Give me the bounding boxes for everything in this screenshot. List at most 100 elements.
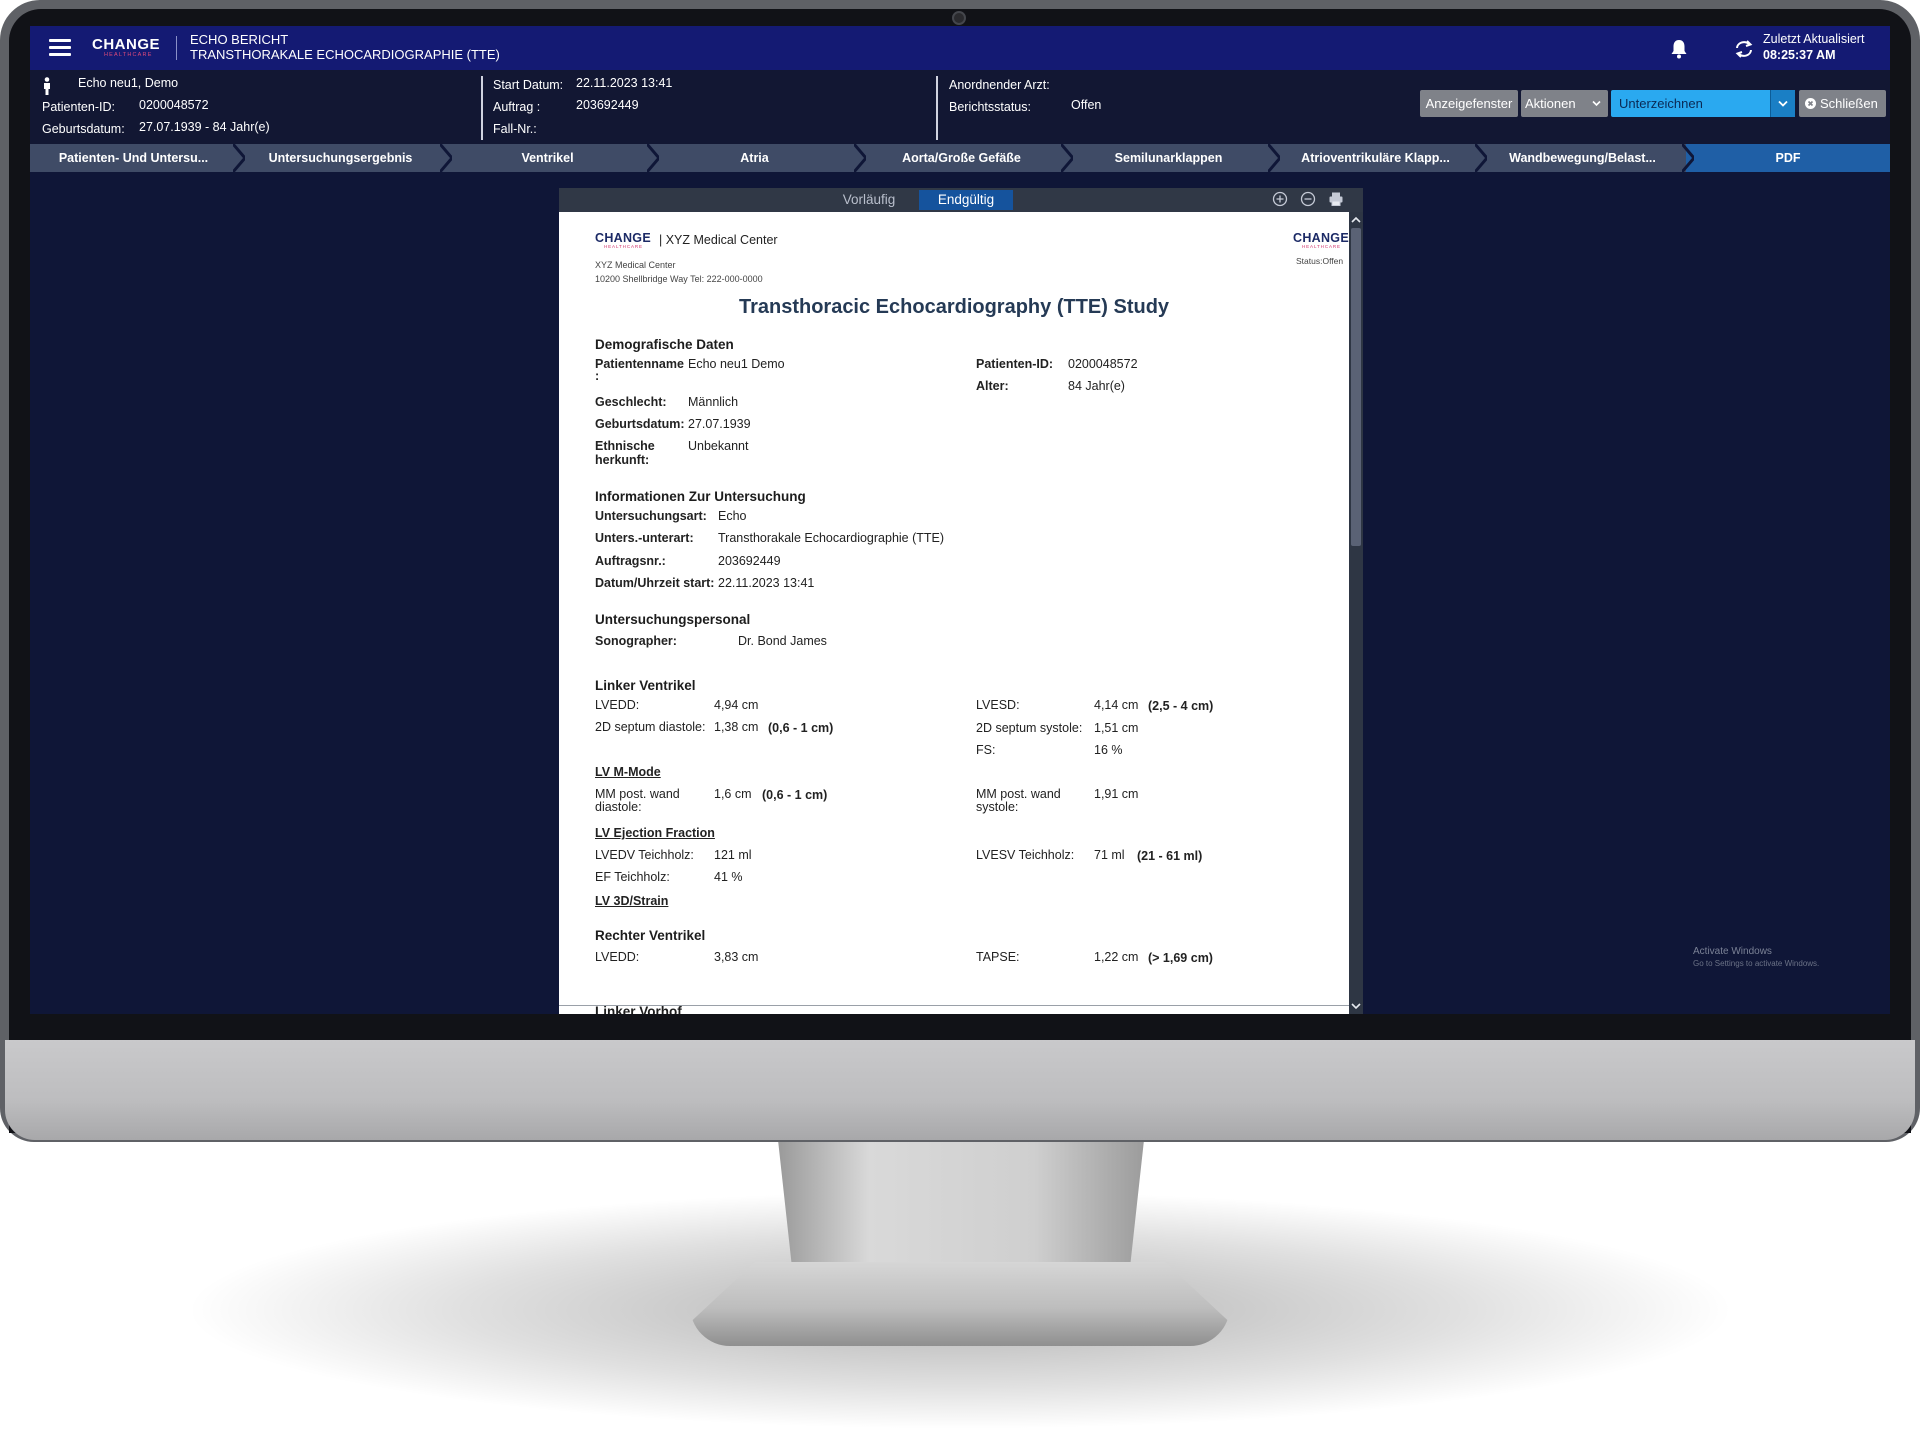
tab-label: Vorläufig bbox=[842, 192, 896, 207]
doc-logo-right: CHANGE HEALTHCARE bbox=[1293, 231, 1349, 249]
field-label: 2D septum diastole: bbox=[595, 720, 706, 734]
patient-dob-label: Geburtsdatum: bbox=[42, 122, 125, 136]
section-staff: Untersuchungspersonal bbox=[595, 612, 751, 627]
field-value: 41 % bbox=[714, 870, 743, 884]
field-label: Datum/Uhrzeit start: bbox=[595, 576, 715, 590]
field-label: LVEDD: bbox=[595, 698, 640, 712]
step-separator bbox=[1682, 144, 1694, 172]
field-label: Untersuchungsart: bbox=[595, 509, 707, 523]
pdf-toolbar: Vorläufig Endgültig bbox=[559, 188, 1363, 212]
field-value: 4,14 cm bbox=[1094, 698, 1139, 712]
brand-sub: HEALTHCARE bbox=[104, 52, 153, 58]
zoom-out-icon[interactable] bbox=[1300, 191, 1316, 207]
patient-dob-value: 27.07.1939 - 84 Jahr(e) bbox=[139, 120, 270, 134]
step-label: Atria bbox=[740, 151, 769, 165]
step-examination-result[interactable]: Untersuchungsergebnis bbox=[237, 144, 444, 172]
step-pdf[interactable]: PDF bbox=[1686, 144, 1890, 172]
field-label: MM post. wand bbox=[976, 787, 1061, 801]
field-value: Männlich bbox=[688, 395, 739, 409]
report-status-label: Berichtsstatus: bbox=[949, 100, 1031, 114]
doc-center-address: 10200 Shellbridge Way Tel: 222-000-0000 bbox=[595, 274, 763, 284]
field-label: : bbox=[595, 369, 600, 383]
step-wall-motion[interactable]: Wandbewegung/Belast... bbox=[1479, 144, 1686, 172]
patient-name: Echo neu1, Demo bbox=[78, 76, 179, 90]
sign-dropdown-toggle[interactable] bbox=[1770, 90, 1795, 117]
close-button[interactable]: Schließen bbox=[1799, 90, 1886, 117]
step-label: PDF bbox=[1775, 151, 1801, 165]
actions-dropdown-label: Aktionen bbox=[1525, 96, 1576, 111]
field-label: LVEDD: bbox=[595, 950, 640, 964]
step-atria[interactable]: Atria bbox=[651, 144, 858, 172]
start-date-value: 22.11.2023 13:41 bbox=[576, 76, 673, 90]
camera-icon bbox=[952, 11, 966, 25]
order-value: 203692449 bbox=[576, 98, 639, 112]
pdf-scroll-thumb[interactable] bbox=[1351, 228, 1361, 546]
os-activation-watermark: Activate Windows bbox=[1693, 946, 1772, 957]
step-separator bbox=[1268, 144, 1280, 172]
app-screen: CHANGE HEALTHCARE ECHO BERICHT TRANSTHOR… bbox=[30, 26, 1890, 1014]
print-icon[interactable] bbox=[1328, 191, 1344, 207]
field-label: Sonographer: bbox=[595, 634, 677, 648]
field-label: diastole: bbox=[595, 800, 642, 814]
field-label: MM post. wand bbox=[595, 787, 680, 801]
field-value: 1,51 cm bbox=[1094, 721, 1139, 735]
field-value: 84 Jahr(e) bbox=[1068, 379, 1125, 393]
field-label: FS: bbox=[976, 743, 996, 757]
sign-button-label: Unterzeichnen bbox=[1619, 96, 1703, 111]
os-activation-watermark-sub: Go to Settings to activate Windows. bbox=[1693, 959, 1820, 968]
step-patient[interactable]: Patienten- Und Untersu... bbox=[30, 144, 237, 172]
step-separator bbox=[854, 144, 866, 172]
section-left-atrium: Linker Vorhof bbox=[595, 1004, 682, 1014]
zoom-in-icon[interactable] bbox=[1272, 191, 1288, 207]
tab-preliminary[interactable]: Vorläufig bbox=[823, 190, 915, 210]
viewer-button[interactable]: Anzeigefenster bbox=[1420, 90, 1518, 117]
field-label: Auftragsnr.: bbox=[595, 554, 666, 568]
refresh-icon[interactable] bbox=[1733, 39, 1755, 59]
field-value: 1,22 cm bbox=[1094, 950, 1139, 964]
step-ventricle[interactable]: Ventrikel bbox=[444, 144, 651, 172]
step-separator bbox=[1061, 144, 1073, 172]
field-label: Geburtsdatum: bbox=[595, 417, 685, 431]
field-label: herkunft: bbox=[595, 453, 650, 467]
doc-center-heading: | XYZ Medical Center bbox=[659, 233, 778, 247]
step-aorta[interactable]: Aorta/Große Gefäße bbox=[858, 144, 1065, 172]
scroll-up-icon[interactable] bbox=[1349, 212, 1363, 228]
field-range: (21 - 61 ml) bbox=[1137, 849, 1203, 863]
field-value: 22.11.2023 13:41 bbox=[718, 576, 815, 590]
section-right-ventricle: Rechter Ventrikel bbox=[595, 928, 706, 943]
field-value: 3,83 cm bbox=[714, 950, 759, 964]
field-value: Unbekannt bbox=[688, 439, 749, 453]
field-label: EF Teichholz: bbox=[595, 870, 670, 884]
tab-label: Endgültig bbox=[937, 192, 995, 207]
step-separator bbox=[440, 144, 452, 172]
title-divider bbox=[176, 36, 177, 60]
viewer-button-label: Anzeigefenster bbox=[1425, 96, 1513, 111]
field-value: 121 ml bbox=[714, 848, 752, 862]
doc-logo-name: CHANGE bbox=[595, 231, 651, 245]
step-label: Aorta/Große Gefäße bbox=[902, 151, 1021, 165]
field-range: (2,5 - 4 cm) bbox=[1148, 699, 1214, 713]
bell-icon[interactable] bbox=[1670, 39, 1688, 59]
field-label: 2D septum systole: bbox=[976, 721, 1083, 735]
field-label: Geschlecht: bbox=[595, 395, 667, 409]
field-value: 1,6 cm bbox=[714, 787, 752, 801]
chevron-down-icon bbox=[1592, 100, 1601, 107]
tab-final[interactable]: Endgültig bbox=[919, 190, 1013, 210]
field-label: LVESV Teichholz: bbox=[976, 848, 1075, 862]
scroll-down-icon[interactable] bbox=[1349, 998, 1363, 1014]
info-divider bbox=[936, 76, 938, 140]
step-label: Wandbewegung/Belast... bbox=[1509, 151, 1656, 165]
field-value: 203692449 bbox=[718, 554, 781, 568]
case-number-label: Fall-Nr.: bbox=[493, 122, 537, 136]
step-av-valves[interactable]: Atrioventrikuläre Klapp... bbox=[1272, 144, 1479, 172]
menu-icon[interactable] bbox=[49, 39, 71, 57]
patient-id-label: Patienten-ID: bbox=[42, 100, 115, 114]
last-update-time: 08:25:37 AM bbox=[1763, 48, 1836, 62]
field-value: 4,94 cm bbox=[714, 698, 759, 712]
step-semilunar-valves[interactable]: Semilunarklappen bbox=[1065, 144, 1272, 172]
field-value: 1,38 cm bbox=[714, 720, 759, 734]
field-value: 27.07.1939 bbox=[688, 417, 751, 431]
sign-dropdown[interactable]: Unterzeichnen bbox=[1611, 90, 1795, 117]
field-label: TAPSE: bbox=[976, 950, 1020, 964]
actions-dropdown[interactable]: Aktionen bbox=[1521, 90, 1608, 117]
